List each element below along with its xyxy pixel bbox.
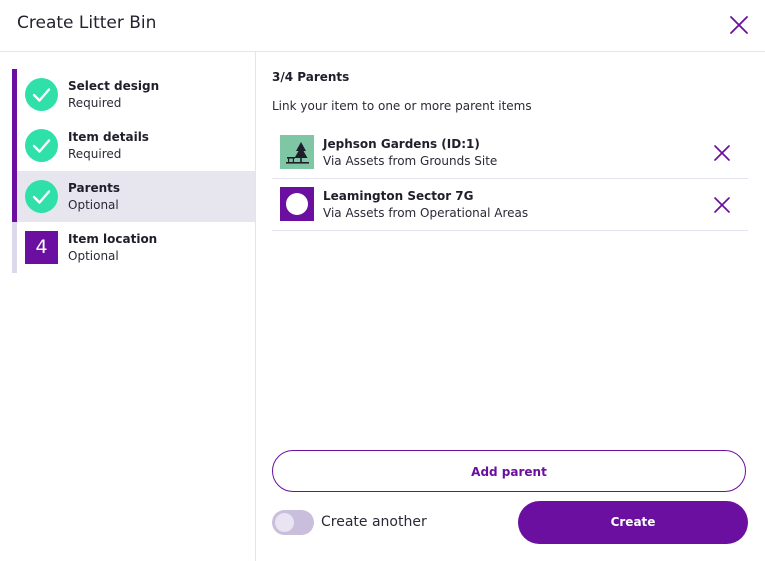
close-icon bbox=[714, 145, 730, 161]
parent-relation: Via Assets from Operational Areas bbox=[323, 206, 529, 220]
dialog-title: Create Litter Bin bbox=[17, 13, 157, 33]
section-title: 3/4 Parents bbox=[272, 70, 350, 84]
create-another-label: Create another bbox=[321, 514, 427, 530]
close-button[interactable] bbox=[727, 13, 751, 37]
step-parents[interactable]: Parents Optional bbox=[12, 171, 255, 222]
parent-list: Jephson Gardens (ID:1) Via Assets from G… bbox=[272, 127, 748, 231]
circle-area-icon bbox=[280, 187, 314, 221]
section-description: Link your item to one or more parent ite… bbox=[272, 99, 532, 113]
list-item: Jephson Gardens (ID:1) Via Assets from G… bbox=[272, 127, 748, 179]
parents-panel: 3/4 Parents Link your item to one or mor… bbox=[256, 52, 765, 561]
add-parent-button[interactable]: Add parent bbox=[272, 450, 746, 492]
step-requirement: Optional bbox=[68, 249, 119, 263]
step-item-details[interactable]: Item details Required bbox=[12, 120, 255, 171]
close-icon bbox=[730, 16, 748, 34]
check-icon bbox=[25, 129, 58, 162]
parent-name: Leamington Sector 7G bbox=[323, 189, 474, 203]
check-icon bbox=[25, 78, 58, 111]
check-icon bbox=[25, 180, 58, 213]
step-requirement: Required bbox=[68, 96, 122, 110]
step-label: Parents bbox=[68, 181, 121, 195]
step-item-location[interactable]: 4 Item location Optional bbox=[12, 222, 255, 273]
dialog-header: Create Litter Bin bbox=[0, 0, 765, 52]
step-requirement: Required bbox=[68, 147, 122, 161]
wizard-steps-sidebar: Select design Required Item details Requ… bbox=[0, 52, 256, 561]
step-requirement: Optional bbox=[68, 198, 119, 212]
create-button[interactable]: Create bbox=[518, 501, 748, 544]
list-item: Leamington Sector 7G Via Assets from Ope… bbox=[272, 179, 748, 231]
create-another-toggle[interactable] bbox=[272, 510, 314, 535]
toggle-knob bbox=[275, 513, 294, 532]
park-tree-icon bbox=[280, 135, 314, 169]
close-icon bbox=[714, 197, 730, 213]
step-select-design[interactable]: Select design Required bbox=[12, 69, 255, 120]
parent-relation: Via Assets from Grounds Site bbox=[323, 154, 498, 168]
step-number-badge: 4 bbox=[25, 231, 58, 264]
step-label: Item details bbox=[68, 130, 149, 144]
step-list: Select design Required Item details Requ… bbox=[12, 69, 255, 273]
remove-parent-button[interactable] bbox=[710, 193, 734, 217]
remove-parent-button[interactable] bbox=[710, 141, 734, 165]
parent-name: Jephson Gardens (ID:1) bbox=[323, 137, 480, 151]
create-item-dialog: Create Litter Bin Select design Required bbox=[0, 0, 765, 561]
step-label: Item location bbox=[68, 232, 158, 246]
step-label: Select design bbox=[68, 79, 160, 93]
